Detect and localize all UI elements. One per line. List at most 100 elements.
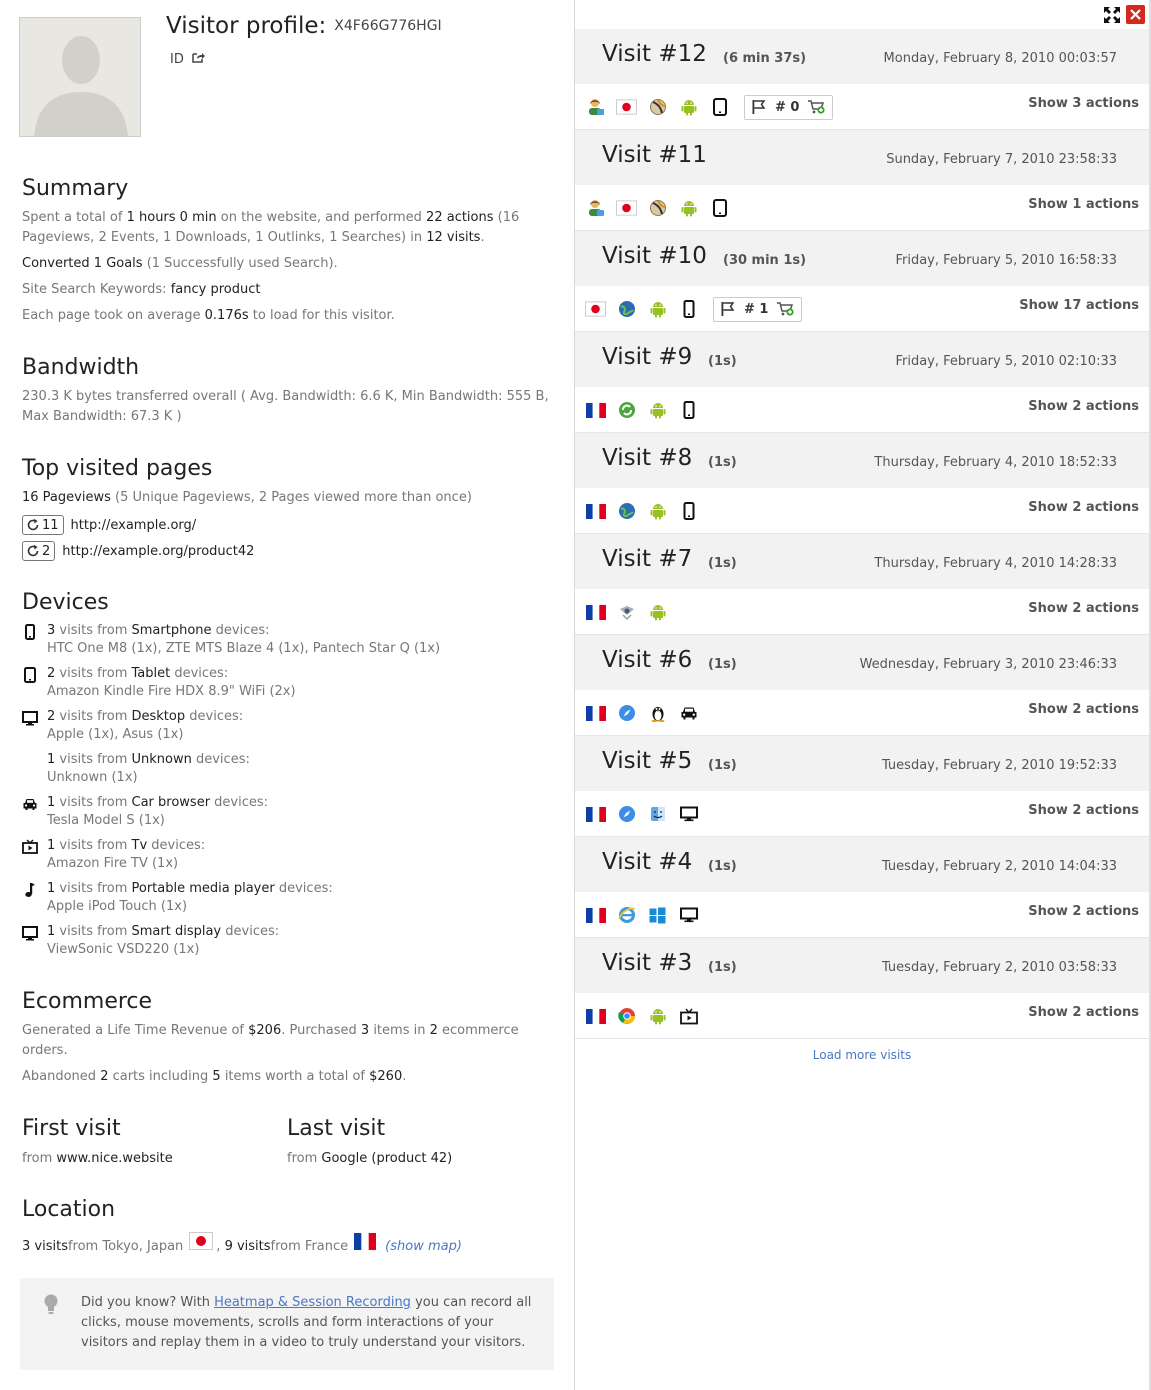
goal-conversion-badge[interactable]: # 0 [744,94,834,120]
visit-card: Visit #12 (6 min 37s) Monday, February 8, … [575,29,1149,130]
globe-browser-icon [616,299,637,320]
show-actions-button[interactable]: Show 2 actions [1028,399,1139,414]
did-you-know-tip: Did you know? With Heatmap & Session Rec… [20,1278,554,1370]
show-actions-button[interactable]: Show 1 actions [1028,197,1139,212]
close-button[interactable] [1126,5,1145,24]
visit-date: Tuesday, February 2, 2010 03:58:33 [881,960,1117,975]
android-icon [678,198,699,219]
visit-header: Visit #6 (1s) Wednesday, February 3, 2010 … [575,635,1149,690]
flag-france-icon [354,1233,377,1254]
bandwidth-heading: Bandwidth [22,355,140,380]
flag-france-icon [585,1006,606,1027]
repeat-icon [27,518,39,531]
visit-icons [585,499,699,523]
show-actions-button[interactable]: Show 2 actions [1028,500,1139,515]
flag-france-icon [585,905,606,926]
visit-title: Visit #4 [602,849,693,875]
goal-count: # 0 [775,99,800,115]
show-actions-button[interactable]: Show 3 actions [1028,96,1139,111]
visit-card: Visit #9 (1s) Friday, February 5, 2010 02:… [575,332,1149,433]
visit-details: Show 2 actions [575,589,1149,635]
visit-details: Show 2 actions [575,488,1149,534]
first-visit-heading: First visit [22,1116,121,1141]
show-actions-button[interactable]: Show 17 actions [1019,298,1139,313]
page-view-count: 2 [22,541,56,561]
device-row-car: 1 visits from Car browser devices: Tesla … [22,794,542,830]
visit-title: Visit #5 [602,748,693,774]
visits-list-panel: Visit #12 (6 min 37s) Monday, February 8, … [575,0,1151,1390]
visit-icons [585,196,730,220]
page-url[interactable]: http://example.org/product42 [62,544,254,559]
devices-heading: Devices [22,590,109,615]
heatmap-session-recording-link[interactable]: Heatmap & Session Recording [214,1295,411,1310]
smartphone-icon [678,400,699,421]
android-icon [647,1006,668,1027]
visit-date: Tuesday, February 2, 2010 19:52:33 [881,758,1117,773]
top-page-row[interactable]: 11 http://example.org/ [22,515,196,535]
goal-count: # 1 [744,301,769,317]
summary-goals: Converted 1 Goals (1 Successfully used S… [22,256,338,271]
visit-icons [585,398,699,422]
android-icon [647,299,668,320]
show-actions-button[interactable]: Show 2 actions [1028,904,1139,919]
visit-title: Visit #8 [602,445,693,471]
goal-conversion-badge[interactable]: # 1 [713,296,803,322]
flag-france-icon [585,703,606,724]
desktop-icon [678,905,699,926]
first-visit-source: from www.nice.website [22,1151,173,1166]
music-note-icon [22,882,38,898]
visit-icons [585,701,699,725]
visit-title: Visit #3 [602,950,693,976]
visit-date: Wednesday, February 3, 2010 23:46:33 [859,657,1117,672]
flag-japan-icon [616,97,637,118]
device-row-desktop: 2 visits from Desktop devices: Apple (1x)… [22,708,542,744]
page-url[interactable]: http://example.org/ [71,518,197,533]
visit-header: Visit #4 (1s) Tuesday, February 2, 2010 14… [575,837,1149,892]
visit-duration: (1s) [708,960,737,975]
ecommerce-heading: Ecommerce [22,989,153,1014]
bot-browser-icon [616,602,637,623]
top-page-row[interactable]: 2 http://example.org/product42 [22,541,254,561]
export-icon[interactable] [192,51,206,67]
visit-title: Visit #7 [602,546,693,572]
bandwidth-text: 230.3 K bytes transferred overall ( Avg.… [22,389,549,424]
show-actions-button[interactable]: Show 2 actions [1028,601,1139,616]
expand-icon[interactable] [1103,6,1121,24]
goal-flag-icon [752,100,766,114]
id-label: ID [170,51,184,67]
visitor-icon [585,97,606,118]
summary-search-keywords: Site Search Keywords: fancy product [22,282,261,297]
safari-icon [616,804,637,825]
show-map-link[interactable]: (show map) [385,1239,462,1254]
tv-icon [678,1006,699,1027]
show-actions-button[interactable]: Show 2 actions [1028,702,1139,717]
top-pages-summary: 16 Pageviews (5 Unique Pageviews, 2 Page… [22,490,472,505]
visit-card: Visit #6 (1s) Wednesday, February 3, 2010 … [575,635,1149,736]
load-more-visits-link[interactable]: Load more visits [575,1048,1149,1062]
visit-title: Visit #12 [602,41,707,67]
cart-add-icon [808,100,826,114]
location-summary: 3 visits from Tokyo, Japan , 9 visits fr… [22,1232,462,1254]
flag-japan-icon [189,1232,214,1254]
visit-details: Show 1 actions [575,185,1149,231]
flag-france-icon [585,400,606,421]
cart-add-icon [777,302,795,316]
visit-duration: (1s) [708,859,737,874]
visit-duration: (6 min 37s) [723,51,807,66]
visit-header: Visit #12 (6 min 37s) Monday, February 8, … [575,29,1149,84]
last-visit-heading: Last visit [287,1116,386,1141]
visit-header: Visit #8 (1s) Thursday, February 4, 2010 1… [575,433,1149,488]
show-actions-button[interactable]: Show 2 actions [1028,803,1139,818]
visit-date: Friday, February 5, 2010 16:58:33 [895,253,1117,268]
show-actions-button[interactable]: Show 2 actions [1028,1005,1139,1020]
summary-activity: Spent a total of 1 hours 0 min on the we… [22,210,520,245]
visitor-id: X4F66G776HGI [334,18,442,34]
visit-title: Visit #10 [602,243,707,269]
visit-details: Show 2 actions [575,791,1149,837]
profile-title: Visitor profile: X4F66G776HGI [166,13,442,39]
visit-date: Friday, February 5, 2010 02:10:33 [895,354,1117,369]
visit-header: Visit #3 (1s) Tuesday, February 2, 2010 03… [575,938,1149,993]
desktop-icon [678,804,699,825]
visit-date: Thursday, February 4, 2010 18:52:33 [874,455,1117,470]
visit-icons: # 0 [585,94,834,120]
